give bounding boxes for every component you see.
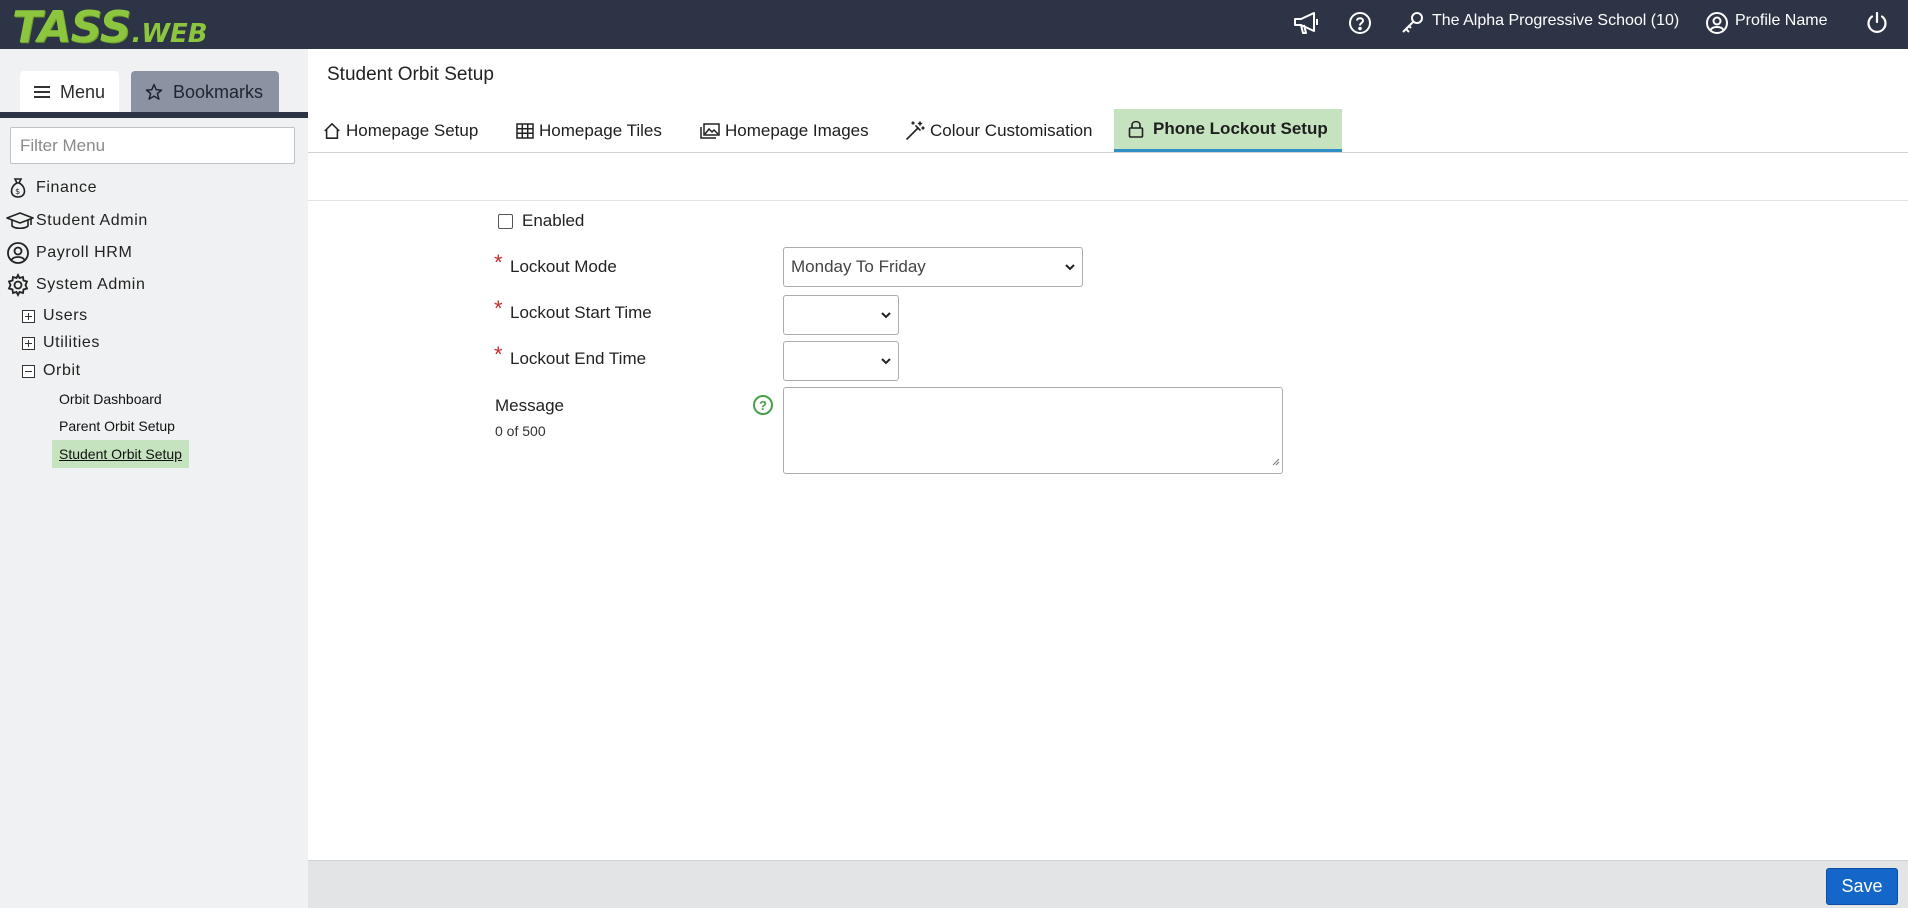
- menu-tab[interactable]: Menu: [20, 71, 119, 113]
- user-circle-icon: [6, 241, 36, 265]
- required-marker: *: [494, 250, 503, 275]
- filter-menu-input[interactable]: [10, 127, 295, 164]
- hamburger-icon: [34, 85, 50, 99]
- tree-item-utilities[interactable]: Utilities: [22, 332, 100, 354]
- tree-item-users[interactable]: Users: [22, 305, 88, 327]
- resize-grip-icon[interactable]: [1270, 453, 1280, 471]
- lockout-mode-select[interactable]: Monday To Friday: [783, 247, 1083, 287]
- tree-item-orbit[interactable]: Orbit: [22, 360, 81, 382]
- key-icon: [1396, 6, 1430, 40]
- expand-plus-icon[interactable]: [22, 336, 35, 350]
- tab-label: Phone Lockout Setup: [1153, 119, 1328, 138]
- tab-homepage-setup[interactable]: Homepage Setup: [323, 109, 478, 152]
- tab-label: Homepage Setup: [346, 120, 479, 140]
- tree-item-label: Users: [43, 307, 88, 324]
- tree-item-label: Utilities: [43, 334, 100, 351]
- sidebar-item-payroll-hrm[interactable]: Payroll HRM: [6, 240, 132, 266]
- logo-main-text: TASS: [12, 2, 131, 53]
- tab-homepage-tiles[interactable]: Homepage Tiles: [516, 109, 662, 152]
- lockout-end-time-select[interactable]: [783, 341, 899, 381]
- lock-icon: [1128, 120, 1144, 138]
- enabled-checkbox[interactable]: [498, 214, 513, 229]
- sidebar-item-orbit-dashboard[interactable]: Orbit Dashboard: [52, 385, 169, 413]
- bookmarks-tab[interactable]: Bookmarks: [131, 71, 279, 113]
- save-button[interactable]: Save: [1826, 868, 1898, 905]
- magic-wand-icon: [905, 120, 925, 141]
- images-icon: [700, 122, 720, 139]
- sidebar-item-label: Finance: [36, 179, 98, 196]
- bookmarks-tab-label: Bookmarks: [173, 81, 264, 102]
- message-textarea[interactable]: [783, 387, 1283, 474]
- lockout-mode-label: Lockout Mode: [510, 257, 617, 276]
- lockout-mode-value: Monday To Friday: [791, 257, 926, 276]
- tass-web-logo[interactable]: TASS .WEB: [12, 6, 208, 50]
- help-icon[interactable]: ?: [753, 395, 773, 415]
- graduation-cap-icon: [6, 210, 36, 232]
- message-char-counter: 0 of 500: [495, 423, 546, 439]
- home-icon: [323, 122, 341, 140]
- profile-name[interactable]: Profile Name: [1735, 12, 1827, 30]
- grid-icon: [516, 122, 534, 139]
- sidebar-item-label: Student Admin: [36, 212, 148, 229]
- message-label: Message: [495, 396, 564, 415]
- sidebar-item-student-admin[interactable]: Student Admin: [6, 208, 148, 234]
- tab-label: Colour Customisation: [930, 120, 1093, 140]
- sidebar-item-system-admin[interactable]: System Admin: [6, 272, 145, 298]
- page-title: Student Orbit Setup: [327, 64, 494, 85]
- sidebar-item-student-orbit-setup[interactable]: Student Orbit Setup: [52, 440, 189, 468]
- collapse-minus-icon[interactable]: [22, 364, 35, 378]
- required-marker: *: [494, 296, 503, 321]
- tab-label: Homepage Images: [725, 120, 869, 140]
- lockout-end-time-label: Lockout End Time: [510, 349, 647, 368]
- star-icon: [145, 83, 163, 101]
- tab-homepage-images[interactable]: Homepage Images: [700, 109, 869, 152]
- power-icon[interactable]: [1860, 6, 1894, 40]
- tab-label: Homepage Tiles: [539, 120, 662, 140]
- sidebar: Menu Bookmarks $ Finance Student Admin P…: [0, 49, 308, 908]
- tree-item-label: Orbit: [43, 362, 81, 379]
- menu-tab-label: Menu: [60, 81, 106, 102]
- chevron-down-icon: [880, 309, 892, 321]
- tab-bar: Homepage Setup Homepage Tiles Homepage I…: [308, 109, 1908, 153]
- tab-colour-customisation[interactable]: Colour Customisation: [905, 109, 1093, 152]
- sidebar-item-finance[interactable]: $ Finance: [6, 175, 97, 201]
- sidebar-tab-underline: [0, 112, 308, 118]
- school-name[interactable]: The Alpha Progressive School (10): [1432, 12, 1679, 30]
- help-icon[interactable]: [1343, 6, 1377, 40]
- sidebar-item-label: System Admin: [36, 276, 146, 293]
- money-bag-icon: $: [6, 176, 36, 200]
- toolbar-area: [308, 153, 1908, 201]
- chevron-down-icon: [1064, 261, 1076, 273]
- expand-plus-icon[interactable]: [22, 309, 35, 323]
- sidebar-item-parent-orbit-setup[interactable]: Parent Orbit Setup: [52, 412, 182, 440]
- gear-icon: [6, 273, 36, 297]
- footer-bar: [308, 860, 1908, 908]
- top-bar: TASS .WEB The Alpha Progressive School (…: [0, 0, 1908, 50]
- lockout-start-time-label: Lockout Start Time: [510, 303, 652, 322]
- sidebar-item-label: Payroll HRM: [36, 244, 133, 261]
- lockout-start-time-select[interactable]: [783, 295, 899, 335]
- tab-phone-lockout-setup[interactable]: Phone Lockout Setup: [1114, 109, 1342, 152]
- logo-sub-text: .WEB: [131, 19, 208, 49]
- required-marker: *: [494, 342, 503, 367]
- enabled-label: Enabled: [522, 211, 585, 230]
- megaphone-icon[interactable]: [1289, 6, 1323, 40]
- chevron-down-icon: [880, 355, 892, 367]
- svg-text:$: $: [15, 187, 21, 196]
- user-icon: [1700, 6, 1734, 40]
